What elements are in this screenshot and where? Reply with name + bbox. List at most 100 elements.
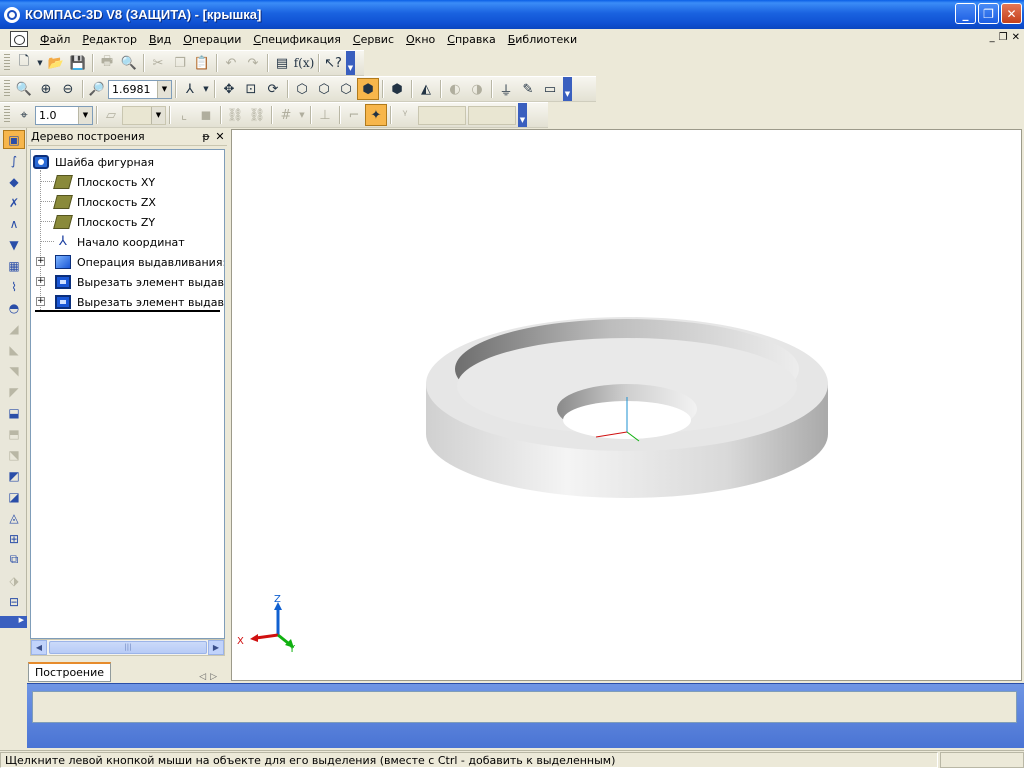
layer-icon[interactable]: ▱ — [100, 104, 122, 126]
wireframe-icon[interactable]: ⬡ — [291, 78, 313, 100]
dimensions-icon[interactable]: ∧ — [3, 214, 25, 233]
spatial-curves-icon[interactable]: ∫ — [3, 151, 25, 170]
toolbar-chevron-icon[interactable]: ▼ — [518, 103, 527, 127]
library-tool-icon[interactable]: ⊟ — [3, 592, 25, 611]
shell-tool-icon[interactable]: ◬ — [3, 508, 25, 527]
ortho-icon[interactable]: ⊥ — [314, 104, 336, 126]
new-document-icon[interactable]: 🗋 — [13, 52, 35, 74]
tree-item-plane-xy[interactable]: Плоскость XY — [53, 172, 155, 192]
print-icon[interactable]: 🖶 — [96, 52, 118, 74]
rotate-tool-icon[interactable]: ◣ — [3, 340, 25, 359]
step-cursor-icon[interactable]: ⌖ — [13, 104, 35, 126]
tree-horizontal-scrollbar[interactable]: ◀ ||| ▶ — [30, 639, 225, 656]
tree-item-extrude-1[interactable]: Операция выдавливания:1 — [55, 252, 224, 272]
perspective-icon[interactable]: ◭ — [415, 78, 437, 100]
context-help-icon[interactable]: ↖? — [322, 52, 344, 74]
chamfer-tool-icon[interactable]: ◪ — [3, 487, 25, 506]
zoom-window-icon[interactable]: 🔍 — [13, 78, 35, 100]
tree-item-cut-2[interactable]: Вырезать элемент выдавливания:2 — [55, 292, 224, 312]
close-panel-icon[interactable]: ✕ — [213, 130, 227, 143]
menu-view[interactable]: Вид — [143, 33, 177, 46]
toolbar-grip[interactable] — [4, 106, 10, 124]
filter-icon[interactable]: ⏚ — [495, 78, 517, 100]
undo-icon[interactable]: ↶ — [220, 52, 242, 74]
menu-window[interactable]: Окно — [400, 33, 441, 46]
edit-sketch-icon[interactable]: ✎ — [517, 78, 539, 100]
variables-fx-icon[interactable]: f(x) — [293, 52, 315, 74]
redo-icon[interactable]: ↷ — [242, 52, 264, 74]
grid-icon[interactable]: # — [275, 104, 297, 126]
shaded-edges-icon[interactable]: ⬢ — [386, 78, 408, 100]
tree-item-plane-zx[interactable]: Плоскость ZX — [53, 192, 156, 212]
grid-dropdown-icon[interactable]: ▼ — [297, 104, 307, 126]
doc-restore-button[interactable]: ❐ — [999, 32, 1008, 43]
panel-chevron-icon[interactable]: ▶ — [0, 616, 27, 628]
save-icon[interactable]: 💾 — [67, 52, 89, 74]
kinematic-tool-icon[interactable]: ◥ — [3, 361, 25, 380]
orientation-icon[interactable]: ⅄ — [179, 78, 201, 100]
rib-tool-icon[interactable]: ⬗ — [3, 571, 25, 590]
step-combobox[interactable]: 1.0 ▼ — [35, 105, 93, 125]
expand-icon[interactable]: + — [36, 297, 45, 306]
paste-icon[interactable]: 📋 — [191, 52, 213, 74]
loft-tool-icon[interactable]: ◤ — [3, 382, 25, 401]
layer-combobox[interactable]: ▼ — [122, 105, 166, 125]
hidden-lines-thin-icon[interactable]: ⬡ — [335, 78, 357, 100]
menu-file[interactable]: Файл — [34, 33, 76, 46]
link-icon[interactable]: ⛓ — [224, 104, 246, 126]
maximize-button[interactable]: ❐ — [978, 3, 999, 24]
fill-icon[interactable]: ◼ — [195, 104, 217, 126]
sheet-metal-icon[interactable]: ⌇ — [3, 277, 25, 296]
open-folder-icon[interactable]: 📂 — [45, 52, 67, 74]
filters-icon[interactable]: ▼ — [3, 235, 25, 254]
print-preview-icon[interactable]: 🔍 — [118, 52, 140, 74]
properties-icon[interactable]: ▤ — [271, 52, 293, 74]
shaded-icon[interactable]: ⬢ — [357, 78, 379, 100]
mirror-tool-icon[interactable]: ⧉ — [3, 550, 25, 569]
cut-rotate-tool-icon[interactable]: ⬒ — [3, 424, 25, 443]
coord-x-field[interactable] — [418, 105, 466, 125]
close-button[interactable]: ✕ — [1001, 3, 1022, 24]
cut-icon[interactable]: ✂ — [147, 52, 169, 74]
scroll-left-icon[interactable]: ◀ — [31, 640, 47, 655]
part-edit-icon[interactable]: ▣ — [3, 130, 25, 149]
array-tool-icon[interactable]: ⊞ — [3, 529, 25, 548]
toolbar-grip[interactable] — [4, 54, 10, 72]
pin-icon[interactable]: ᵽ — [199, 130, 213, 143]
local-cs-icon[interactable]: ⌞ — [173, 104, 195, 126]
menu-editor[interactable]: Редактор — [76, 33, 143, 46]
tree-item-cut-1[interactable]: Вырезать элемент выдавливания:1 — [55, 272, 224, 292]
extrude-tool-icon[interactable]: ◢ — [3, 319, 25, 338]
show-all-icon[interactable]: ⊡ — [240, 78, 262, 100]
feature-tree[interactable]: Шайба фигурная Плоскость XY Плоскость ZX… — [30, 149, 225, 639]
toolbar-chevron-icon[interactable]: ▼ — [346, 51, 355, 75]
model-viewport[interactable]: Z X Y — [231, 129, 1022, 681]
snap-icon[interactable]: ✦ — [365, 104, 387, 126]
menu-help[interactable]: Справка — [441, 33, 501, 46]
fillet-tool-icon[interactable]: ◩ — [3, 466, 25, 485]
display-icon[interactable]: ▭ — [539, 78, 561, 100]
scroll-right-icon[interactable]: ▶ — [208, 640, 224, 655]
unlink-icon[interactable]: ⛓ — [246, 104, 268, 126]
cut-extrude-tool-icon[interactable]: ⬓ — [3, 403, 25, 422]
model-canvas[interactable]: Z X Y — [232, 130, 1023, 682]
measurements-icon[interactable]: ▦ — [3, 256, 25, 275]
elements-icon[interactable]: ◓ — [3, 298, 25, 317]
menu-service[interactable]: Сервис — [347, 33, 400, 46]
expand-icon[interactable]: + — [36, 257, 45, 266]
doc-minimize-button[interactable]: _ — [990, 32, 995, 43]
tree-item-origin[interactable]: ⅄ Начало координат — [55, 232, 185, 252]
round-icon[interactable]: ⌐ — [343, 104, 365, 126]
minimize-button[interactable]: _ — [955, 3, 976, 24]
new-dropdown-icon[interactable]: ▼ — [35, 52, 45, 74]
chevron-down-icon[interactable]: ▼ — [151, 106, 165, 124]
menu-operations[interactable]: Операции — [177, 33, 247, 46]
chevron-down-icon[interactable]: ▼ — [157, 80, 171, 98]
coordinates-icon[interactable]: ᵞ — [394, 104, 416, 126]
auxiliary-geometry-icon[interactable]: ✗ — [3, 193, 25, 212]
hidden-lines-icon[interactable]: ⬡ — [313, 78, 335, 100]
zoom-combobox[interactable]: 1.6981 ▼ — [108, 79, 172, 99]
cut-loft-tool-icon[interactable]: ⬔ — [3, 445, 25, 464]
scrollbar-thumb[interactable]: ||| — [49, 641, 207, 654]
zoom-scale-icon[interactable]: 🔎 — [86, 78, 108, 100]
